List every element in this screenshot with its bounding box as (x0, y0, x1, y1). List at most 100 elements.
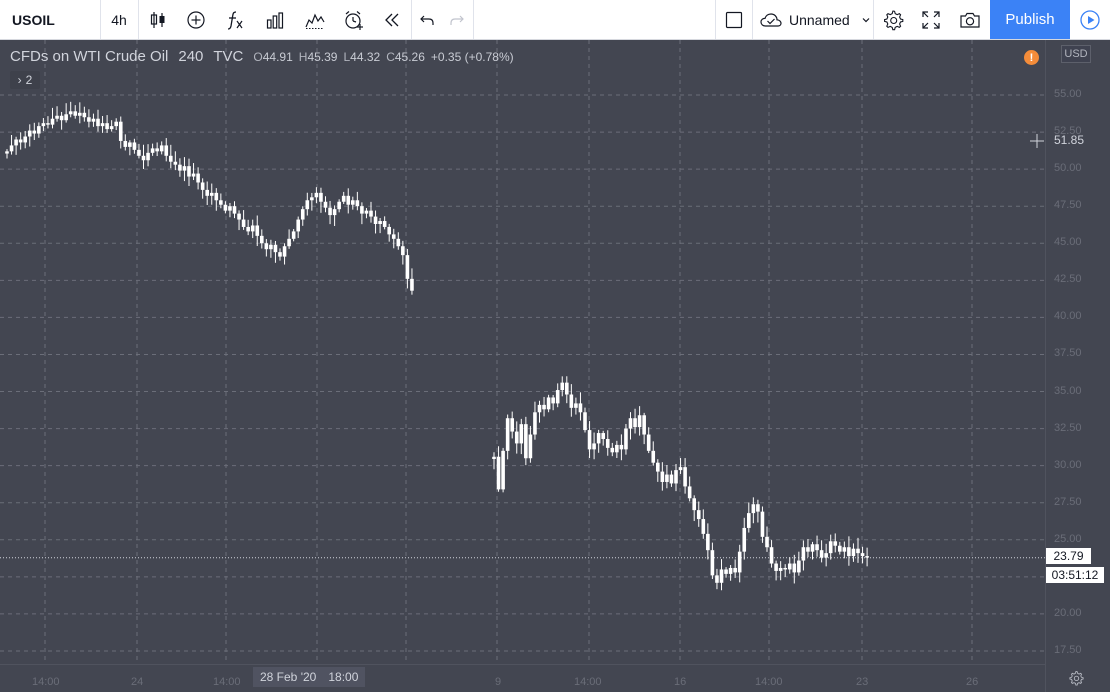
candle (510, 411, 514, 439)
candle (169, 144, 173, 169)
candle (769, 540, 774, 568)
chart-settings-button[interactable] (874, 0, 912, 39)
candle (323, 196, 328, 213)
candle (341, 191, 346, 204)
candle-body (164, 145, 169, 156)
publish-button[interactable]: Publish (990, 0, 1070, 39)
redo-button[interactable] (442, 0, 472, 39)
indicators-button[interactable] (215, 0, 255, 39)
save-layout-button[interactable]: Unnamed (753, 0, 873, 39)
toolbar-divider (473, 0, 474, 39)
candle-body (701, 519, 706, 534)
candle-body (278, 252, 282, 257)
legend-change: +0.35 (+0.78%) (430, 50, 514, 64)
candle-body (537, 404, 542, 413)
candle (269, 239, 273, 258)
candle-body (719, 569, 724, 583)
candle (619, 434, 624, 461)
candle (282, 243, 287, 265)
candle-body (282, 246, 287, 257)
candle (628, 412, 633, 440)
last-price-label: 23.79 (1046, 548, 1091, 564)
symbol-legend[interactable]: CFDs on WTI Crude Oil 240 TVC O 44.91 H … (10, 48, 514, 65)
indicators-toggle-button[interactable]: › 2 (10, 71, 40, 89)
candle (747, 502, 751, 533)
candle-body (519, 424, 524, 444)
publish-menu-button[interactable] (1071, 0, 1109, 39)
candle-body (187, 166, 191, 177)
candle-body (14, 139, 18, 146)
candle-body (651, 450, 656, 463)
candle-body (255, 225, 260, 236)
candle-body (37, 126, 41, 134)
templates-button[interactable] (295, 0, 335, 39)
axis-settings-gear-icon[interactable] (1068, 670, 1084, 686)
candle (264, 239, 269, 257)
fullscreen-button[interactable] (912, 0, 950, 39)
warning-badge[interactable]: ! (1024, 50, 1039, 65)
undo-button[interactable] (412, 0, 442, 39)
candle-body (91, 118, 96, 122)
candle-body (214, 192, 219, 201)
candle-body (50, 118, 55, 125)
candle-body (328, 207, 332, 216)
candle (605, 430, 610, 456)
candle-body (41, 123, 46, 127)
chart-grid (0, 40, 1045, 664)
candle-body (196, 173, 200, 183)
candle-body (59, 115, 64, 121)
candle (724, 567, 728, 578)
candle-body (137, 149, 141, 156)
layout-name: Unnamed (789, 11, 850, 28)
legend-high-key: H (298, 50, 308, 64)
candle (851, 543, 856, 562)
candle-body (778, 567, 783, 571)
candle-body (637, 415, 642, 428)
candle (223, 201, 228, 214)
candle-body (492, 456, 496, 459)
replay-button[interactable] (373, 0, 411, 39)
compare-button[interactable] (177, 0, 215, 39)
crosshair-date: 28 Feb '20 (260, 670, 317, 684)
candle (46, 116, 50, 129)
candle (291, 229, 296, 242)
price-chart[interactable] (0, 40, 1045, 664)
interval-button[interactable]: 4h (101, 0, 137, 39)
candle-body (9, 145, 14, 152)
candle (797, 551, 801, 576)
candle-body (78, 112, 82, 116)
price-axis-label: 55.00 (1054, 88, 1082, 100)
time-axis[interactable]: 14:00 24 14:00 9 14:00 16 14:00 23 26 (0, 664, 1045, 692)
candle-body (828, 541, 833, 554)
candle (59, 111, 64, 130)
candle-body (87, 117, 91, 122)
candle-body (528, 434, 533, 459)
bar-style-button[interactable] (139, 0, 177, 39)
candle (806, 539, 810, 558)
candle-body (810, 544, 815, 552)
candle-body (314, 192, 319, 198)
candle-body (332, 209, 337, 216)
candle-body (387, 226, 391, 235)
candle-body (583, 412, 587, 431)
candle (838, 541, 842, 555)
candle-body (291, 231, 296, 239)
symbol-search-button[interactable]: USOIL (0, 0, 100, 39)
candle (819, 540, 824, 563)
layout-select-button[interactable] (716, 0, 752, 39)
candle (319, 187, 323, 213)
candle-body (46, 123, 50, 125)
candle-body (405, 255, 410, 279)
candle-body (833, 541, 838, 546)
candle (287, 229, 291, 249)
candle-body (737, 551, 742, 573)
candle (332, 205, 337, 226)
financials-button[interactable] (255, 0, 295, 39)
crosshair-time: 18:00 (328, 670, 359, 684)
candle (633, 408, 637, 434)
currency-badge[interactable]: USD (1061, 45, 1091, 63)
snapshot-button[interactable] (950, 0, 990, 39)
candle (560, 376, 565, 397)
alert-button[interactable] (335, 0, 373, 39)
price-axis-label: 35.00 (1054, 384, 1082, 397)
